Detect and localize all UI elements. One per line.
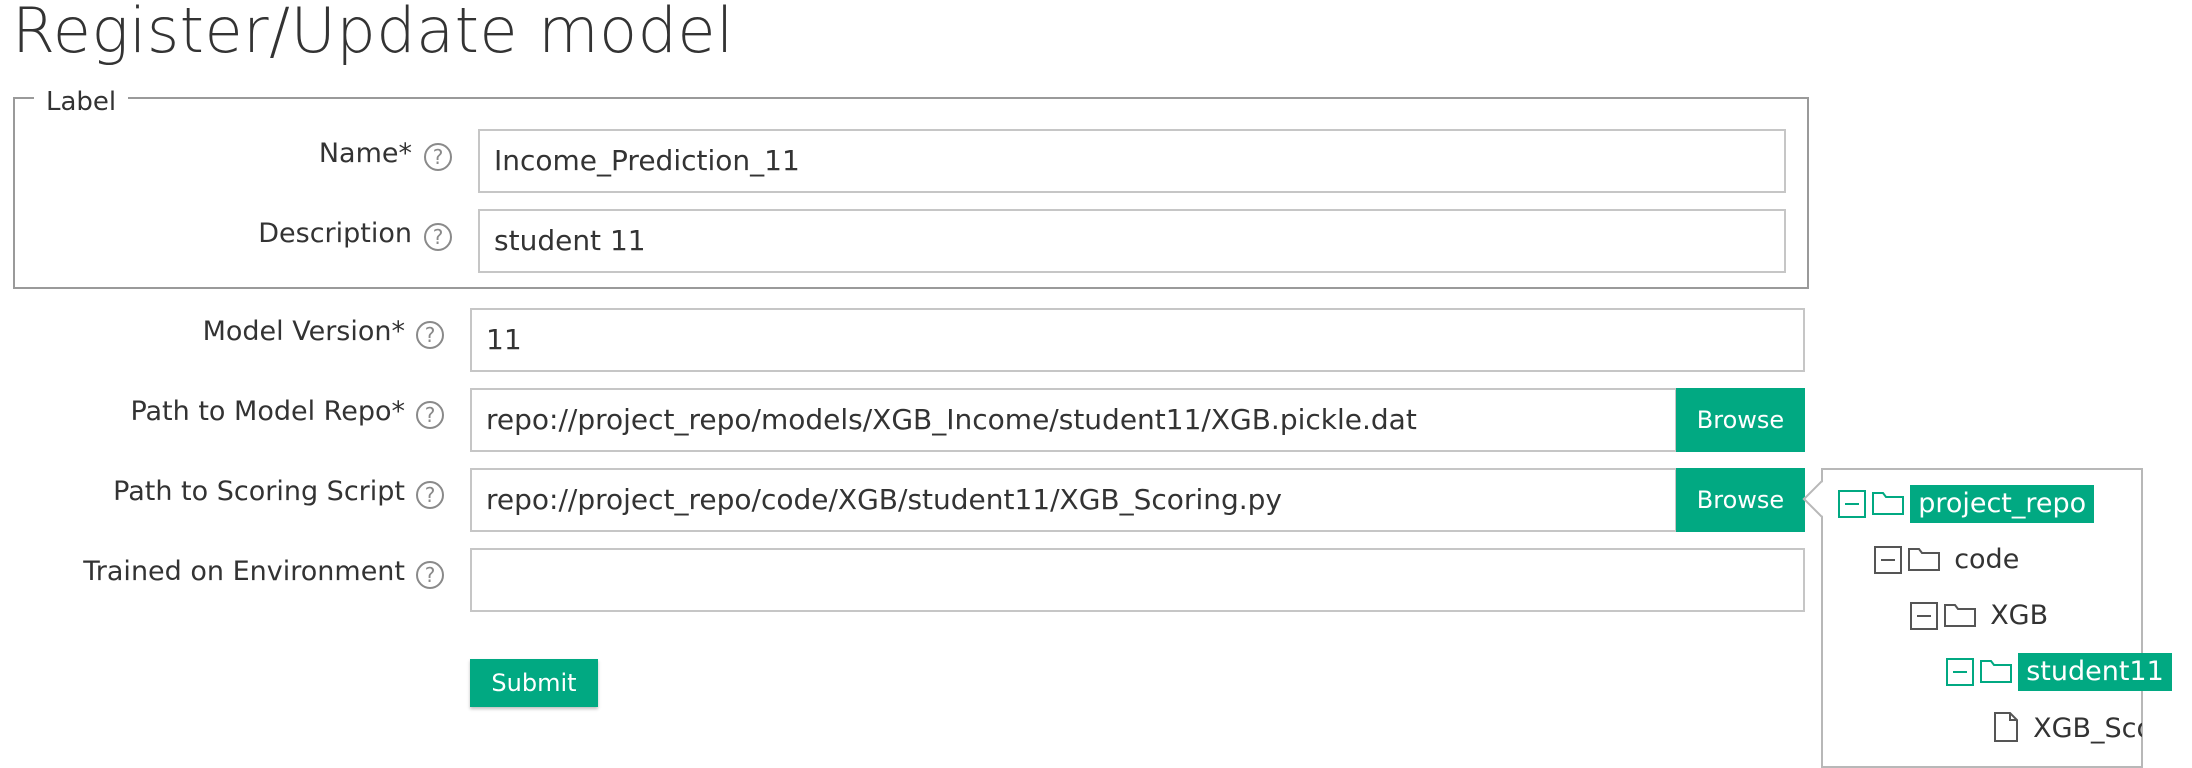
folder-icon [1907,544,1941,576]
environment-input[interactable] [470,548,1805,612]
model-version-label: Model Version* [202,316,405,347]
collapse-icon[interactable] [1838,490,1866,518]
tree-node-label[interactable]: student11 [2018,653,2172,691]
tree-node-label[interactable]: XGB_Scoring.py [2025,710,2142,748]
tree-node-student11[interactable]: student11 [1946,653,2172,697]
model-repo-help-icon[interactable]: ? [416,401,444,429]
collapse-icon[interactable] [1946,658,1974,686]
collapse-icon[interactable] [1910,602,1938,630]
folder-icon [1979,656,2013,688]
tree-node-xgb-scoring[interactable]: XGB_Scoring.py [1992,710,2142,754]
tree-node-label[interactable]: XGB [1982,597,2056,635]
description-label: Description [258,218,412,249]
folder-icon [1871,488,1905,520]
description-input[interactable]: student 11 [478,209,1786,273]
description-help-icon[interactable]: ? [424,223,452,251]
label-legend: Label [34,87,129,117]
model-repo-label: Path to Model Repo* [130,396,405,427]
scoring-script-input[interactable]: repo://project_repo/code/XGB/student11/X… [470,468,1677,532]
tree-node-code[interactable]: code [1874,541,2027,585]
model-repo-input[interactable]: repo://project_repo/models/XGB_Income/st… [470,388,1677,452]
file-icon [1992,711,2020,747]
tree-node-label[interactable]: code [1946,541,2027,579]
environment-label: Trained on Environment [83,556,405,587]
name-label: Name* [318,138,412,169]
model-version-help-icon[interactable]: ? [416,321,444,349]
scoring-script-label: Path to Scoring Script [113,476,405,507]
tree-node-project-repo[interactable]: project_repo [1838,485,2095,529]
scoring-script-help-icon[interactable]: ? [416,481,444,509]
page-title: Register/Update model [12,0,734,67]
environment-help-icon[interactable]: ? [416,561,444,589]
tree-node-xgb[interactable]: XGB [1910,597,2056,641]
name-help-icon[interactable]: ? [424,143,452,171]
scoring-script-browse-button[interactable]: Browse [1676,468,1805,532]
name-input[interactable]: Income_Prediction_11 [478,129,1786,193]
tree-node-label[interactable]: project_repo [1910,485,2095,523]
model-repo-browse-button[interactable]: Browse [1676,388,1805,452]
folder-icon [1943,600,1977,632]
collapse-icon[interactable] [1874,546,1902,574]
model-version-input[interactable]: 11 [470,308,1805,372]
submit-button[interactable]: Submit [470,659,598,707]
